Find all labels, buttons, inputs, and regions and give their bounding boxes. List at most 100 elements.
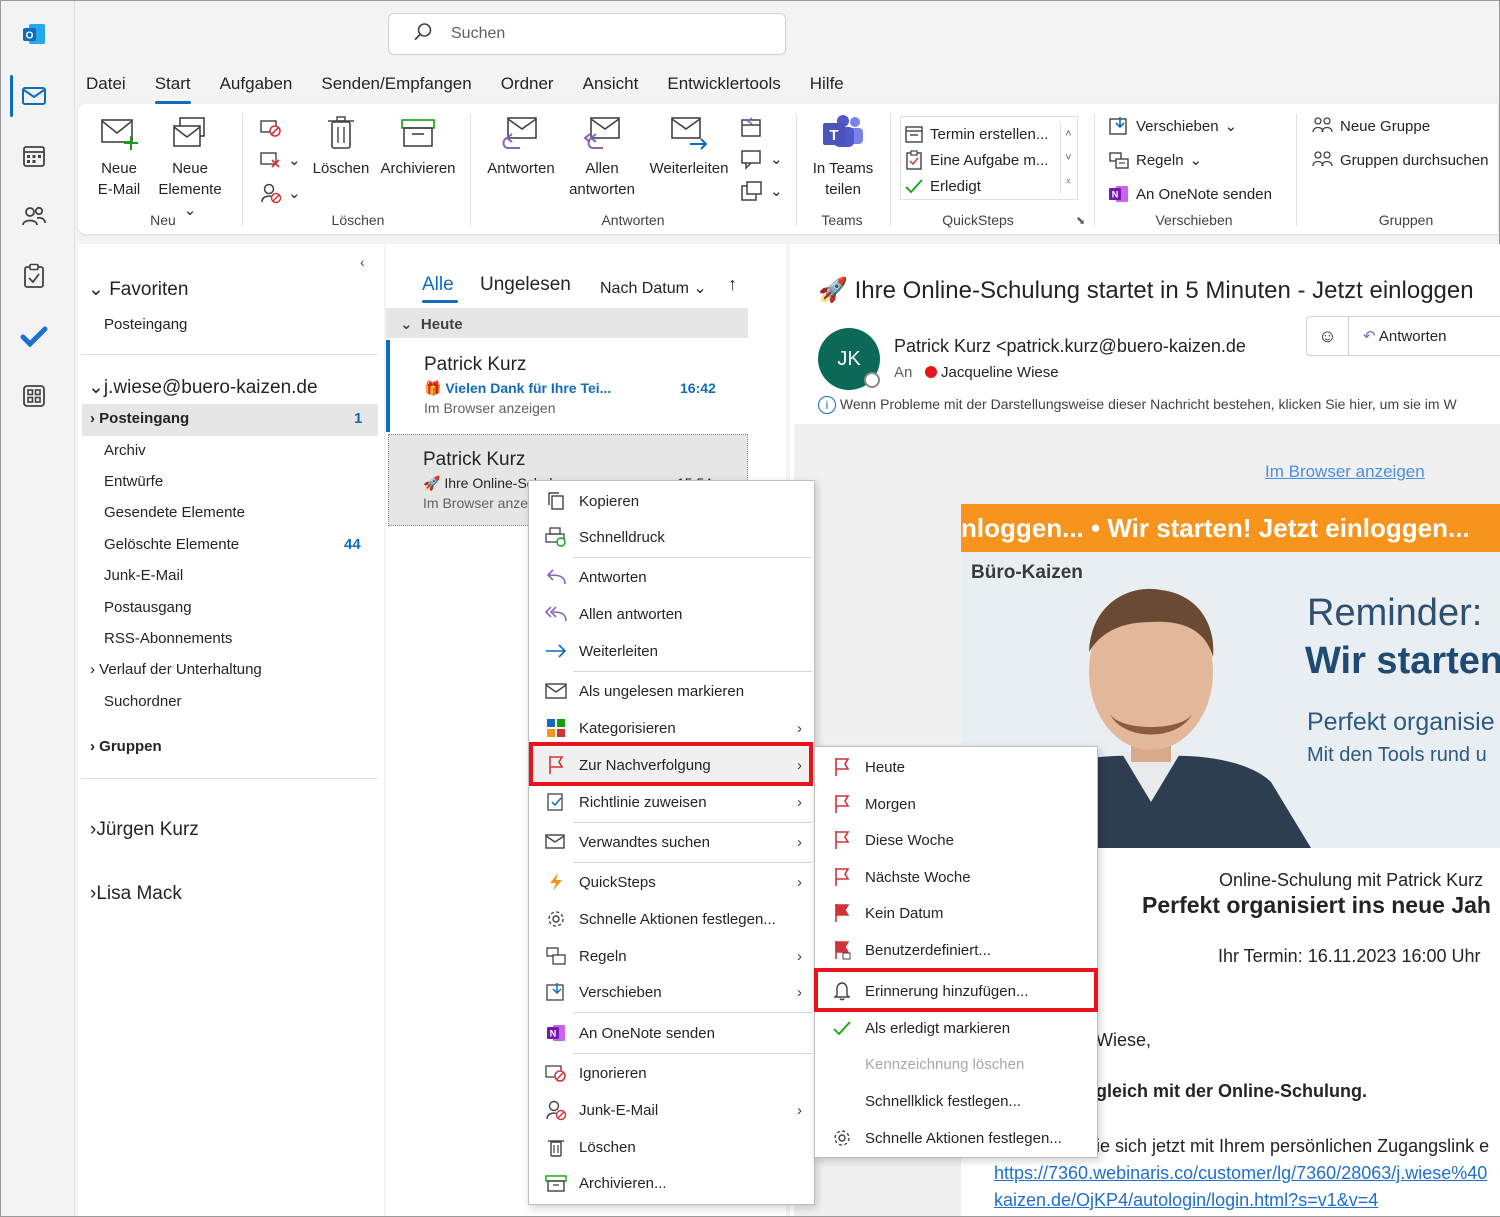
onenote-button[interactable]: N An OneNote senden <box>1108 184 1272 204</box>
qs-termin[interactable]: Termin erstellen... <box>904 124 1048 144</box>
menu-item-quicksteps[interactable]: QuickSteps › <box>529 864 814 900</box>
menu-item-weiterleiten[interactable]: Weiterleiten <box>529 633 814 669</box>
submenu-item-benutzerdefiniert[interactable]: Benutzerdefiniert... <box>815 932 1097 968</box>
ignore-button[interactable] <box>260 118 282 138</box>
delete-button[interactable]: Löschen <box>310 114 372 179</box>
reply-button[interactable]: ↶ Antworten <box>1349 327 1446 345</box>
qs-aufgabe[interactable]: Eine Aufgabe m... <box>904 150 1048 170</box>
section-today[interactable]: ⌄ Heute <box>386 308 748 338</box>
new-group-button[interactable]: Neue Gruppe <box>1312 116 1430 136</box>
browser-view-link[interactable]: Im Browser anzeigen <box>1265 462 1425 482</box>
submenu-item-erinnerung[interactable]: Erinnerung hinzufügen... <box>815 973 1097 1009</box>
todo-check-icon[interactable] <box>17 319 51 353</box>
browse-groups-button[interactable]: Gruppen durchsuchen <box>1312 150 1488 170</box>
sort-by-date[interactable]: Nach Datum ⌄ <box>600 278 707 298</box>
folder-sent[interactable]: Gesendete Elemente <box>104 504 245 521</box>
sort-direction-icon[interactable]: ↑ <box>728 274 737 295</box>
display-info-bar[interactable]: i Wenn Probleme mit der Darstellungsweis… <box>818 396 1457 414</box>
submenu-item-heute[interactable]: Heute <box>815 749 1097 785</box>
qs-erledigt[interactable]: Erledigt <box>904 176 981 196</box>
folder-fav-inbox[interactable]: Posteingang <box>104 316 187 333</box>
menu-item-schnelldruck[interactable]: Schnelldruck <box>529 519 814 555</box>
mail-icon[interactable] <box>17 79 51 113</box>
collapse-pane-icon[interactable]: ‹ <box>360 254 365 270</box>
tasks-icon[interactable] <box>17 259 51 293</box>
message-item-1[interactable]: Patrick Kurz 🎁 Vielen Dank für Ihre Tei.… <box>386 340 748 432</box>
tab-senden-empfangen[interactable]: Senden/Empfangen <box>321 74 471 98</box>
new-mail-button[interactable]: Neue E-Mail <box>90 114 148 200</box>
apps-icon[interactable] <box>17 379 51 413</box>
move-button[interactable]: Verschieben ⌄ <box>1108 116 1237 136</box>
tab-aufgaben[interactable]: Aufgaben <box>220 74 293 98</box>
quicksteps-scroll[interactable]: ˄ ˅ ⩡ <box>1060 122 1076 194</box>
forward-button[interactable]: Weiterleiten <box>644 114 734 179</box>
reply-all-button[interactable]: Allen antworten <box>564 114 640 200</box>
login-link[interactable]: https://7360.webinaris.co/customer/lg/73… <box>994 1163 1487 1184</box>
tab-ordner[interactable]: Ordner <box>501 74 554 98</box>
menu-item-antworten[interactable]: Antworten <box>529 559 814 595</box>
account-juergen-kurz[interactable]: ›Jürgen Kurz <box>90 819 199 841</box>
tab-unread[interactable]: Ungelesen <box>480 274 571 296</box>
menu-item-onenote[interactable]: N An OneNote senden <box>529 1015 814 1051</box>
people-icon[interactable] <box>17 199 51 233</box>
folder-junk[interactable]: Junk-E-Mail <box>104 567 183 584</box>
submenu-item-naechste-woche[interactable]: Nächste Woche <box>815 859 1097 895</box>
menu-item-schnelle-aktionen[interactable]: Schnelle Aktionen festlegen... <box>529 901 814 937</box>
menu-item-richtlinie[interactable]: Richtlinie zuweisen › <box>529 784 814 820</box>
dialog-launcher-icon[interactable]: ⬊ <box>1076 214 1085 227</box>
folder-search[interactable]: Suchordner <box>104 693 182 710</box>
menu-item-nachverfolgung[interactable]: Zur Nachverfolgung › <box>529 747 814 783</box>
menu-item-allen-antworten[interactable]: Allen antworten <box>529 596 814 632</box>
reply-button[interactable]: Antworten <box>480 114 562 179</box>
submenu-item-schnellklick[interactable]: Schnellklick festlegen... <box>815 1083 1097 1119</box>
menu-item-ignorieren[interactable]: Ignorieren <box>529 1055 814 1091</box>
submenu-item-morgen[interactable]: Morgen <box>815 786 1097 822</box>
submenu-item-erledigt[interactable]: Als erledigt markieren <box>815 1010 1097 1046</box>
menu-item-kopieren[interactable]: Kopieren <box>529 483 814 519</box>
group-label-teams: Teams <box>821 212 863 228</box>
cleanup-button[interactable]: ⌄ <box>260 150 301 170</box>
tab-ansicht[interactable]: Ansicht <box>583 74 639 98</box>
more-respond-button[interactable]: ⌄ <box>740 180 783 202</box>
account-lisa-mack[interactable]: ›Lisa Mack <box>90 883 182 905</box>
folder-rss[interactable]: RSS-Abonnements <box>104 630 232 647</box>
tab-entwicklertools[interactable]: Entwicklertools <box>667 74 780 98</box>
tab-start[interactable]: Start <box>154 74 191 104</box>
new-items-button[interactable]: Neue Elemente ⌄ <box>150 114 230 221</box>
menu-item-regeln[interactable]: Regeln › <box>529 938 814 974</box>
tab-datei[interactable]: Datei <box>86 74 126 98</box>
menu-item-junk[interactable]: Junk-E-Mail › <box>529 1092 814 1128</box>
menu-item-kategorisieren[interactable]: Kategorisieren › <box>529 710 814 746</box>
folder-outbox[interactable]: Postausgang <box>104 599 192 616</box>
submenu-item-kein-datum[interactable]: Kein Datum <box>815 895 1097 931</box>
login-link-cont[interactable]: kaizen.de/OjKP4/autologin/login.html?s=v… <box>994 1190 1378 1211</box>
emoji-icon[interactable]: ☺ <box>1307 317 1349 355</box>
folder-inbox[interactable]: › Posteingang <box>90 410 189 427</box>
folder-drafts[interactable]: Entwürfe <box>104 473 163 490</box>
folder-deleted[interactable]: Gelöschte Elemente <box>104 536 239 553</box>
groups-header[interactable]: › Gruppen <box>90 738 162 755</box>
submenu-item-diese-woche[interactable]: Diese Woche <box>815 822 1097 858</box>
search-input[interactable]: Suchen <box>388 13 786 55</box>
menu-item-verwandtes[interactable]: Verwandtes suchen › <box>529 824 814 860</box>
share-teams-button[interactable]: T In Teams teilen <box>804 114 882 200</box>
submenu-item-schnelle-aktionen[interactable]: Schnelle Aktionen festlegen... <box>815 1120 1097 1156</box>
menu-item-ungelesen[interactable]: Als ungelesen markieren <box>529 673 814 709</box>
archive-button[interactable]: Archivieren <box>376 114 460 179</box>
rules-button[interactable]: Regeln ⌄ <box>1108 150 1202 170</box>
calendar-icon[interactable] <box>17 139 51 173</box>
meeting-reply-button[interactable] <box>740 116 764 138</box>
menu-item-archivieren[interactable]: Archivieren... <box>529 1165 814 1201</box>
menu-item-verschieben[interactable]: Verschieben › <box>529 974 814 1010</box>
related-icon <box>545 831 567 853</box>
folder-history[interactable]: › Verlauf der Unterhaltung <box>90 661 262 678</box>
im-reply-button[interactable]: ⌄ <box>740 148 783 170</box>
sender-address[interactable]: Patrick Kurz <patrick.kurz@buero-kaizen.… <box>894 336 1246 357</box>
tab-all[interactable]: Alle <box>422 274 454 296</box>
junk-button[interactable]: ⌄ <box>260 182 301 204</box>
account-header[interactable]: ⌄j.wiese@buero-kaizen.de <box>88 376 318 399</box>
menu-item-loeschen[interactable]: Löschen <box>529 1129 814 1165</box>
tab-hilfe[interactable]: Hilfe <box>810 74 844 98</box>
folder-archive[interactable]: Archiv <box>104 442 146 459</box>
favorites-header[interactable]: ⌄ Favoriten <box>88 278 188 301</box>
